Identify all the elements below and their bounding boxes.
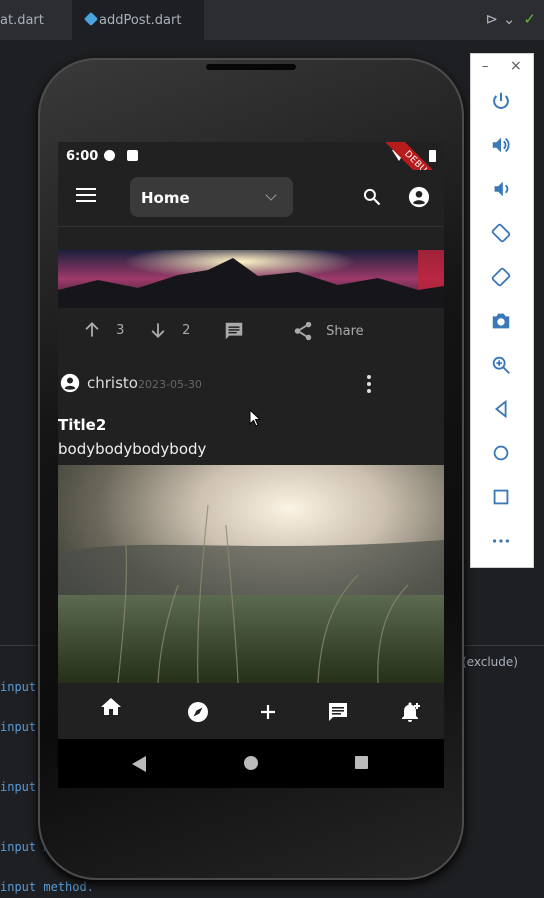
post-actions: 3 2 Share [58, 308, 444, 354]
back-icon[interactable] [132, 756, 146, 772]
battery-icon [429, 150, 436, 162]
sd-card-icon [127, 150, 138, 161]
explore-icon[interactable] [186, 700, 210, 724]
account-icon[interactable] [408, 186, 430, 208]
volume-down-icon[interactable] [490, 178, 512, 200]
dropdown-value: Home [141, 189, 190, 207]
post-image[interactable] [58, 465, 444, 683]
avatar[interactable] [60, 373, 80, 393]
tab-dart-file[interactable]: at.dart [0, 0, 70, 40]
overview-icon[interactable] [490, 486, 512, 508]
search-icon[interactable] [362, 187, 382, 207]
app-bar: Home [58, 170, 444, 227]
run-config-icon[interactable]: ⊳ ⌄ [486, 10, 516, 28]
upvote-button[interactable]: 3 [82, 320, 124, 340]
volume-up-icon[interactable] [490, 134, 512, 156]
phone-screen: 6:00 DEBUG Home 3 2 Share christo 2023-0… [58, 142, 444, 788]
status-bar: 6:00 DEBUG [58, 142, 444, 203]
console-line: input method. [0, 880, 94, 894]
home-circle-icon[interactable] [490, 442, 512, 464]
close-button[interactable]: × [510, 58, 522, 74]
comment-button[interactable] [223, 320, 245, 342]
tab-addpost-dart[interactable]: addPost.dart [72, 0, 204, 40]
exclude-label: (exclude) [462, 655, 518, 669]
console-line: input [0, 780, 37, 794]
post-date: 2023-05-30 [138, 378, 202, 391]
power-icon[interactable] [490, 90, 512, 112]
status-time: 6:00 [66, 149, 99, 164]
run-toolbar: ⊳ ⌄ ✓ [486, 10, 536, 28]
post-body: bodybodybodybody [58, 440, 207, 458]
emulator-titlebar: – × [471, 54, 533, 80]
notification-add-icon[interactable] [398, 700, 422, 724]
camera-icon[interactable] [490, 310, 512, 332]
comment-icon [225, 322, 243, 340]
menu-icon[interactable] [76, 188, 96, 208]
emulator-controls-panel: – × [470, 53, 534, 568]
zoom-icon[interactable] [490, 354, 512, 376]
home-icon[interactable] [99, 695, 123, 719]
downvote-count: 2 [182, 322, 191, 338]
system-navigation-bar [58, 739, 444, 788]
minimize-button[interactable]: – [482, 59, 489, 74]
post-author[interactable]: christo [87, 374, 138, 392]
share-button[interactable]: Share [292, 320, 364, 342]
mouse-cursor-icon [249, 409, 261, 427]
downvote-button[interactable]: 2 [148, 320, 190, 340]
share-icon [294, 321, 312, 341]
chat-icon[interactable] [326, 700, 350, 724]
more-vert-icon[interactable] [364, 375, 374, 393]
dart-file-icon [83, 11, 99, 27]
chevron-down-icon [265, 189, 277, 201]
share-label: Share [326, 323, 364, 339]
home-button-icon[interactable] [244, 756, 258, 770]
rotate-right-icon[interactable] [490, 266, 512, 288]
post-image-banner[interactable] [58, 250, 444, 308]
check-icon[interactable]: ✓ [523, 10, 536, 28]
rotate-left-icon[interactable] [490, 222, 512, 244]
phone-speaker [206, 64, 296, 70]
arrow-up-icon [85, 322, 99, 337]
recents-icon[interactable] [355, 756, 368, 769]
more-icon[interactable] [490, 530, 512, 552]
post-title[interactable]: Title2 [58, 416, 106, 434]
bottom-navigation [58, 683, 444, 739]
tab-label: addPost.dart [99, 13, 182, 28]
console-line: input [0, 680, 37, 694]
feed-dropdown[interactable]: Home [130, 177, 293, 217]
status-app-icon [104, 150, 115, 161]
console-line: input [0, 720, 37, 734]
arrow-down-icon [151, 323, 165, 338]
post-header: christo 2023-05-30 [58, 370, 444, 400]
back-icon[interactable] [490, 398, 512, 420]
editor-tab-bar: at.dart addPost.dart ⊳ ⌄ ✓ [0, 0, 544, 40]
upvote-count: 3 [116, 322, 125, 338]
add-icon[interactable] [256, 700, 280, 724]
